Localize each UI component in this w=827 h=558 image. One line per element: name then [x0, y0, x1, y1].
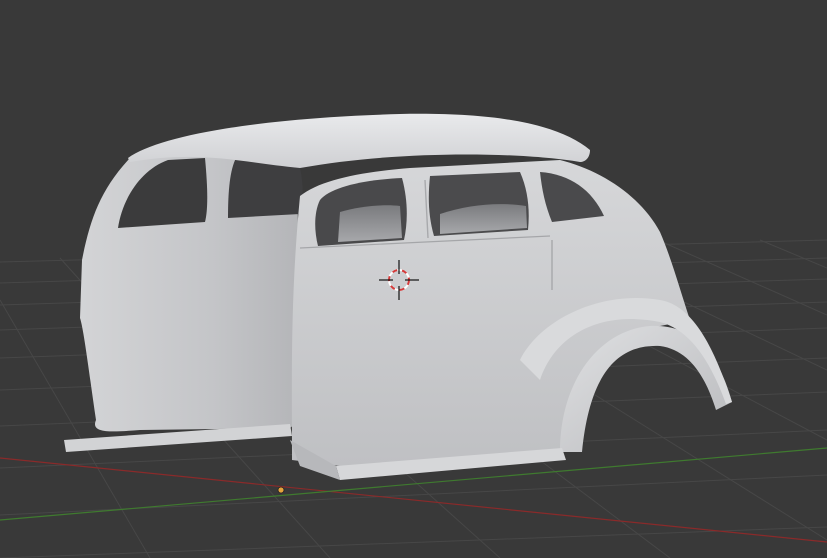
- origin-dot-icon[interactable]: [277, 486, 285, 494]
- car-body-mesh[interactable]: [64, 113, 732, 480]
- viewport-canvas[interactable]: [0, 0, 827, 558]
- 3d-viewport[interactable]: [0, 0, 827, 558]
